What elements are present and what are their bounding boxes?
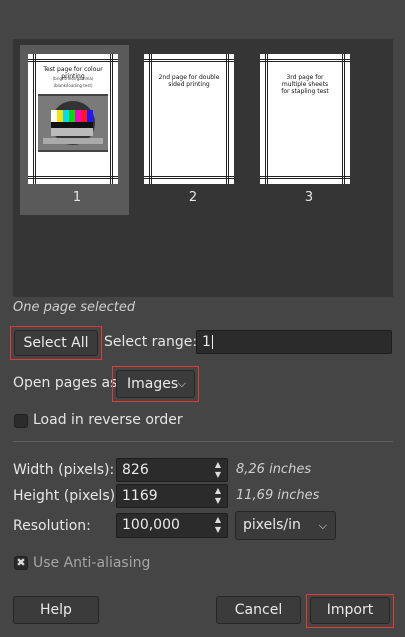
open-pages-as-dropdown[interactable]: Images ⌵ bbox=[116, 370, 195, 398]
page-1-sub1: (brightness/gamma) bbox=[52, 76, 94, 81]
select-range-value: 1 bbox=[202, 334, 211, 350]
antialias-checkbox[interactable]: ✖ bbox=[14, 556, 28, 570]
separator bbox=[13, 441, 393, 442]
select-all-button[interactable]: Select All bbox=[14, 330, 98, 356]
test-card-image bbox=[38, 94, 108, 152]
height-inches: 11,69 inches bbox=[236, 488, 320, 503]
width-spin-arrows[interactable]: ▲ ▼ bbox=[213, 460, 223, 480]
height-spin-arrows[interactable]: ▲ ▼ bbox=[213, 486, 223, 506]
width-value: 826 bbox=[122, 462, 149, 478]
width-label: Width (pixels): bbox=[13, 462, 115, 478]
page-1-sub2: (blank/loading test) bbox=[53, 83, 93, 88]
reverse-order-label: Load in reverse order bbox=[33, 412, 183, 428]
selection-status: One page selected bbox=[13, 300, 136, 315]
select-range-input[interactable]: 1 bbox=[196, 330, 392, 354]
help-button[interactable]: Help bbox=[13, 596, 99, 624]
antialias-label: Use Anti-aliasing bbox=[33, 555, 151, 571]
resolution-unit-dropdown[interactable]: pixels/in ⌵ bbox=[235, 511, 336, 540]
page-thumbnail-2[interactable]: 2nd page for double sided printing bbox=[144, 54, 234, 184]
chevron-down-icon: ⌵ bbox=[177, 377, 186, 390]
height-value: 1169 bbox=[122, 488, 158, 504]
width-spin-input[interactable]: 826 ▲ ▼ bbox=[116, 458, 228, 482]
open-pages-as-label: Open pages as bbox=[13, 375, 118, 391]
resolution-value: 100,000 bbox=[122, 517, 180, 533]
height-spin-input[interactable]: 1169 ▲ ▼ bbox=[116, 484, 228, 508]
reverse-order-checkbox[interactable] bbox=[14, 414, 28, 428]
resolution-spin-arrows[interactable]: ▲ ▼ bbox=[213, 515, 223, 535]
resolution-spin-input[interactable]: 100,000 ▲ ▼ bbox=[116, 513, 228, 538]
page-2-text: 2nd page for double sided printing bbox=[158, 74, 220, 88]
chevron-down-icon: ⌵ bbox=[318, 519, 327, 532]
page-thumbnail-1[interactable]: Test page for colour printing (brightnes… bbox=[28, 54, 118, 184]
select-range-label: Select range: bbox=[104, 334, 198, 350]
check-icon: ✖ bbox=[16, 556, 26, 569]
width-inches: 8,26 inches bbox=[236, 462, 312, 477]
height-label: Height (pixels): bbox=[13, 488, 120, 504]
cancel-button[interactable]: Cancel bbox=[216, 596, 301, 624]
resolution-unit-value: pixels/in bbox=[243, 517, 301, 533]
page-thumbnail-3[interactable]: 3rd page for multiple sheets for staplin… bbox=[260, 54, 350, 184]
page-3-text: 3rd page for multiple sheets for staplin… bbox=[281, 74, 329, 95]
page-number-1: 1 bbox=[72, 190, 82, 205]
open-pages-as-value: Images bbox=[127, 376, 179, 392]
page-number-2: 2 bbox=[188, 190, 198, 205]
page-number-3: 3 bbox=[304, 190, 314, 205]
resolution-label: Resolution: bbox=[13, 518, 91, 534]
import-button[interactable]: Import bbox=[310, 597, 390, 624]
